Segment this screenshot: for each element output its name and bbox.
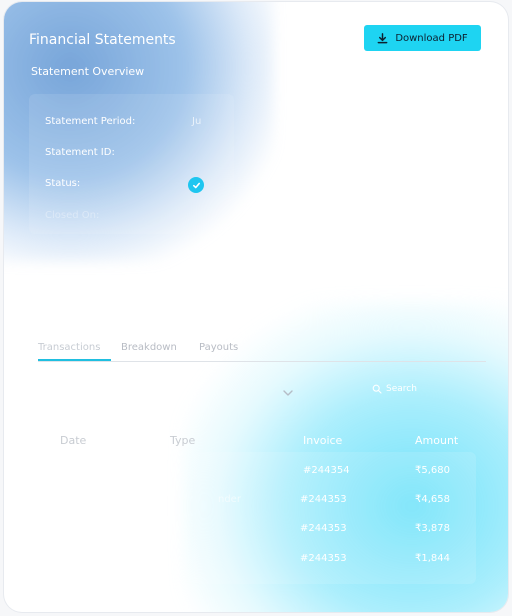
search-icon [372,384,382,394]
download-pdf-label: Download PDF [395,32,468,44]
search-placeholder: Search [386,384,417,394]
invoice-cell: #244354 [303,465,350,476]
download-pdf-button[interactable]: Download PDF [364,25,481,51]
amount-cell: ₹1,844 [415,553,450,564]
closed-on-label: Closed On: [45,210,100,221]
tab-breakdown[interactable]: Breakdown [121,342,177,353]
invoice-cell: #244353 [300,523,347,534]
tab-transactions[interactable]: Transactions [38,342,100,353]
tab-divider [38,361,486,362]
overview-title: Statement Overview [31,65,145,78]
tab-payouts[interactable]: Payouts [199,342,238,353]
amount-cell: ₹3,878 [415,523,450,534]
download-icon [377,32,388,43]
chevron-down-icon [283,390,293,396]
invoice-cell: #244353 [300,494,347,505]
statement-period-label: Statement Period: [45,116,136,127]
column-header-invoice: Invoice [303,434,343,447]
statement-id-label: Statement ID: [45,147,115,158]
search-input[interactable]: Search [372,384,417,394]
status-label: Status: [45,178,81,189]
filter-dropdown[interactable] [282,383,294,396]
page-title: Financial Statements [29,32,176,48]
column-header-amount: Amount [415,434,459,447]
statement-period-value: Ju [192,116,202,127]
amount-cell: ₹4,658 [415,494,450,505]
column-header-type: Type [170,434,196,447]
check-circle-icon [188,177,204,193]
amount-cell: ₹5,680 [415,465,450,476]
column-header-date: Date [60,434,87,447]
invoice-cell: #244353 [300,553,347,564]
type-cell: nder [218,494,241,505]
